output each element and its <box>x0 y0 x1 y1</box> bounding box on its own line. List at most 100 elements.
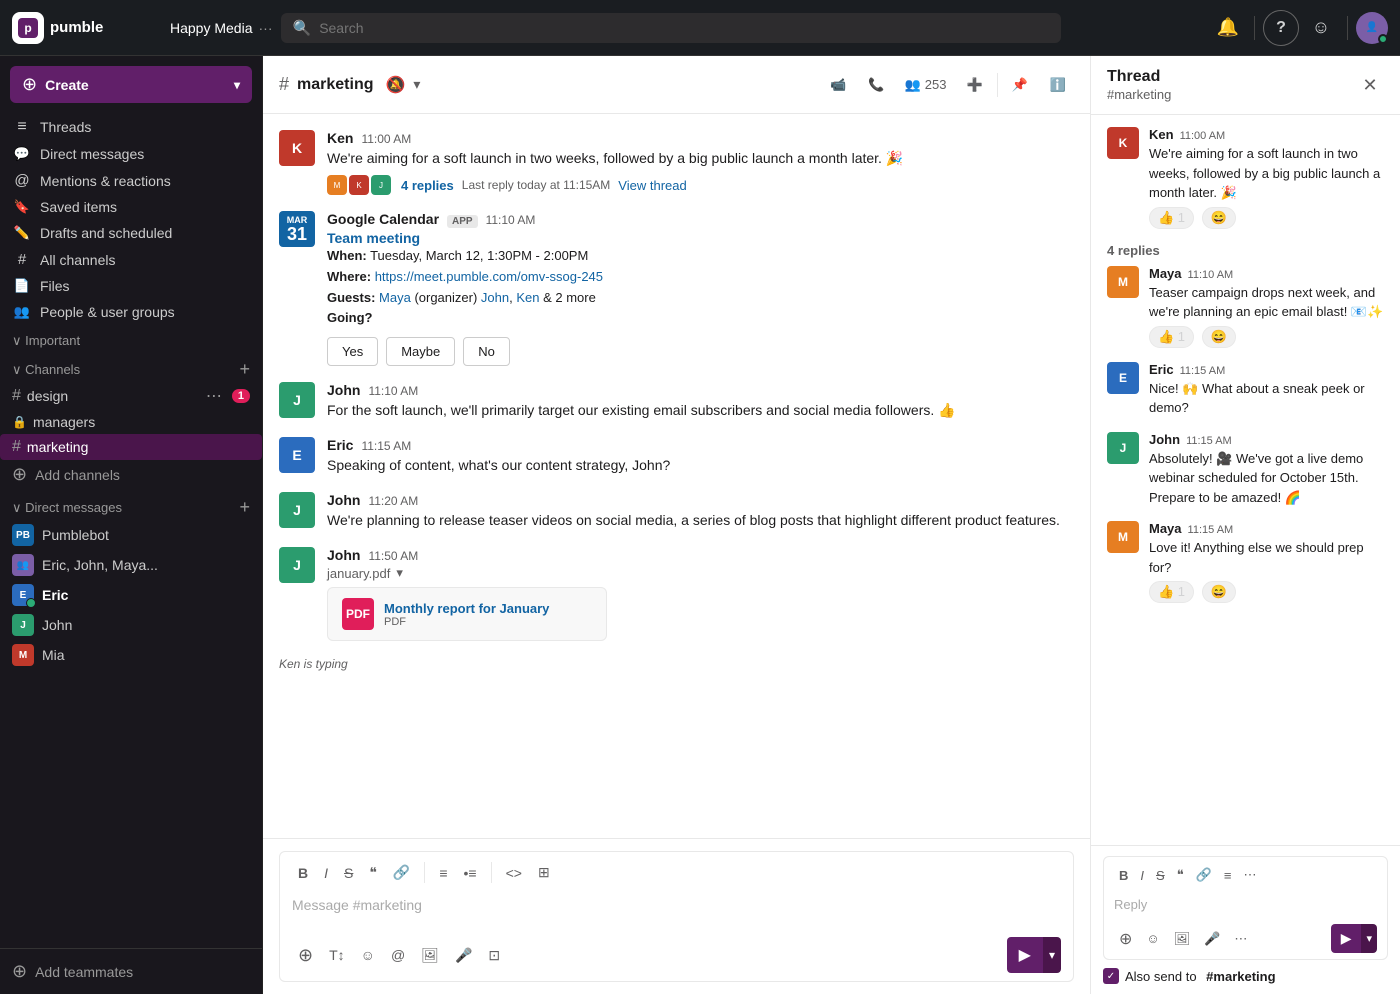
workspace-selector[interactable]: Happy Media ··· <box>170 20 273 36</box>
channel-dropdown-icon[interactable]: ▾ <box>413 76 420 93</box>
thread-gif-button[interactable]: 🖼 <box>1169 925 1196 953</box>
sidebar-people-label: People & user groups <box>40 304 175 320</box>
guest-ken-link[interactable]: Ken <box>516 290 539 305</box>
sidebar-item-threads[interactable]: ≡ Threads <box>0 113 262 141</box>
search-bar[interactable]: 🔍 <box>281 13 1061 43</box>
bold-button[interactable]: B <box>292 860 314 885</box>
thread-emoji-button[interactable]: ☺ <box>1141 925 1164 953</box>
create-plus-icon: ⊕ <box>22 74 37 95</box>
blockquote-button[interactable]: ❝ <box>363 860 383 885</box>
add-teammates-item[interactable]: ⊕ Add teammates <box>0 957 262 986</box>
sidebar-item-files[interactable]: 📄 Files <box>0 273 262 299</box>
thread-close-button[interactable]: ✕ <box>1356 71 1384 99</box>
gif-button[interactable]: 🖼 <box>415 941 445 970</box>
thread-maya-text-1: Teaser campaign drops next week, and we'… <box>1149 283 1384 322</box>
dm-section[interactable]: ∨ Direct messages + <box>0 489 262 520</box>
thread-blockquote-button[interactable]: ❝ <box>1172 863 1189 887</box>
reaction-maya-smile[interactable]: 😄 <box>1202 326 1236 348</box>
add-channels-item[interactable]: ⊕ Add channels <box>0 460 262 489</box>
thread-send-caret-button[interactable]: ▾ <box>1361 924 1377 953</box>
emoji-button[interactable]: ☺ <box>355 941 381 970</box>
thread-strikethrough-button[interactable]: S <box>1151 863 1170 887</box>
dm-eric[interactable]: E Eric <box>0 580 262 610</box>
file-name[interactable]: Monthly report for January <box>384 601 549 616</box>
thread-list-button[interactable]: ≡ <box>1219 863 1237 887</box>
sidebar-item-all-channels[interactable]: # All channels <box>0 246 262 273</box>
file-attachment[interactable]: PDF Monthly report for January PDF <box>327 587 607 641</box>
ordered-list-button[interactable]: ≡ <box>433 860 453 885</box>
code-button[interactable]: <> <box>500 860 528 885</box>
sidebar-item-people[interactable]: 👥 People & user groups <box>0 299 262 325</box>
video-call-button[interactable]: 📹 <box>822 72 854 98</box>
create-button[interactable]: ⊕ Create ▾ <box>10 66 252 103</box>
event-link[interactable]: https://meet.pumble.com/omv-ssog-245 <box>375 269 603 284</box>
thread-reply-input[interactable]: Reply <box>1114 893 1377 916</box>
thread-send-button[interactable]: ▶ <box>1331 924 1362 953</box>
mention-button[interactable]: @ <box>385 941 411 970</box>
thread-audio-button[interactable]: 🎤 <box>1199 925 1225 953</box>
channel-item-design[interactable]: # design ⋯ 1 <box>0 382 262 410</box>
sidebar-item-saved[interactable]: 🔖 Saved items <box>0 194 262 220</box>
also-send-label: Also send to <box>1125 969 1197 984</box>
guest-maya-link[interactable]: Maya <box>379 290 411 305</box>
thread-attach-button[interactable]: ⊕ <box>1114 925 1137 953</box>
sidebar-item-drafts[interactable]: ✏️ Drafts and scheduled <box>0 220 262 246</box>
user-avatar[interactable]: 👤 <box>1356 12 1388 44</box>
emoji-status-button[interactable]: ☺ <box>1303 10 1339 46</box>
reaction-maya2-thumbsup[interactable]: 👍 1 <box>1149 581 1194 603</box>
send-caret-button[interactable]: ▾ <box>1043 937 1061 973</box>
ken-text: We're aiming for a soft launch in two we… <box>327 148 1074 169</box>
more-options-button[interactable]: ⊡ <box>482 941 506 970</box>
channels-section[interactable]: ∨ Channels + <box>0 351 262 382</box>
search-input[interactable] <box>319 20 1048 36</box>
rsvp-yes-button[interactable]: Yes <box>327 337 378 366</box>
important-section[interactable]: ∨ Important <box>0 325 262 351</box>
replies-link[interactable]: 4 replies <box>401 178 454 193</box>
dm-pumblebot[interactable]: PB Pumblebot <box>0 520 262 550</box>
channel-item-marketing[interactable]: # marketing <box>0 434 262 460</box>
dm-john[interactable]: J John <box>0 610 262 640</box>
thread-more-button[interactable]: ⋯ <box>1238 863 1261 887</box>
dm-mia[interactable]: M Mia <box>0 640 262 670</box>
attach-plus-button[interactable]: ⊕ <box>292 941 319 970</box>
message-input[interactable]: Message #marketing <box>292 893 1061 929</box>
add-member-button[interactable]: ➕ <box>958 72 990 98</box>
audio-button[interactable]: 🎤 <box>449 941 478 970</box>
add-dm-icon[interactable]: + <box>239 497 250 518</box>
text-format-button[interactable]: T↕ <box>323 941 351 970</box>
design-more-icon[interactable]: ⋯ <box>206 386 222 406</box>
link-button[interactable]: 🔗 <box>387 860 416 885</box>
thread-link-button[interactable]: 🔗 <box>1191 863 1217 887</box>
guest-john-link[interactable]: John <box>481 290 509 305</box>
italic-button[interactable]: I <box>318 860 334 885</box>
notifications-mute-icon[interactable]: 🔕 <box>385 75 405 95</box>
pin-button[interactable]: 📌 <box>1004 72 1036 98</box>
also-send-checkbox[interactable]: ✓ <box>1103 968 1119 984</box>
notifications-button[interactable]: 🔔 <box>1210 10 1246 46</box>
code-block-button[interactable]: ⊞ <box>532 860 556 885</box>
members-count[interactable]: 👥 253 <box>899 73 953 97</box>
view-thread-link[interactable]: View thread <box>618 178 686 193</box>
file-dropdown-icon[interactable]: ▾ <box>396 565 403 581</box>
reaction-thumbsup[interactable]: 👍 1 <box>1149 207 1194 229</box>
thread-options-button[interactable]: ⋯ <box>1229 925 1252 953</box>
send-button[interactable]: ▶ <box>1007 937 1043 973</box>
reaction-smile[interactable]: 😄 <box>1202 207 1236 229</box>
thread-italic-button[interactable]: I <box>1135 863 1149 887</box>
unordered-list-button[interactable]: •≡ <box>458 860 483 885</box>
help-button[interactable]: ? <box>1263 10 1299 46</box>
strikethrough-button[interactable]: S <box>338 860 359 885</box>
info-button[interactable]: ℹ️ <box>1042 72 1074 98</box>
dm-eric-john-maya[interactable]: 👥 Eric, John, Maya... <box>0 550 262 580</box>
reaction-maya2-smile[interactable]: 😄 <box>1202 581 1236 603</box>
channel-item-managers[interactable]: 🔒 managers <box>0 410 262 434</box>
thread-bold-button[interactable]: B <box>1114 863 1133 887</box>
app-badge: APP <box>447 215 478 228</box>
voice-call-button[interactable]: 📞 <box>860 72 892 98</box>
rsvp-maybe-button[interactable]: Maybe <box>386 337 455 366</box>
rsvp-no-button[interactable]: No <box>463 337 510 366</box>
sidebar-item-dms[interactable]: 💬 Direct messages <box>0 141 262 167</box>
add-channel-icon[interactable]: + <box>239 359 250 380</box>
reaction-maya-thumbsup[interactable]: 👍 1 <box>1149 326 1194 348</box>
sidebar-item-mentions[interactable]: @ Mentions & reactions <box>0 167 262 194</box>
